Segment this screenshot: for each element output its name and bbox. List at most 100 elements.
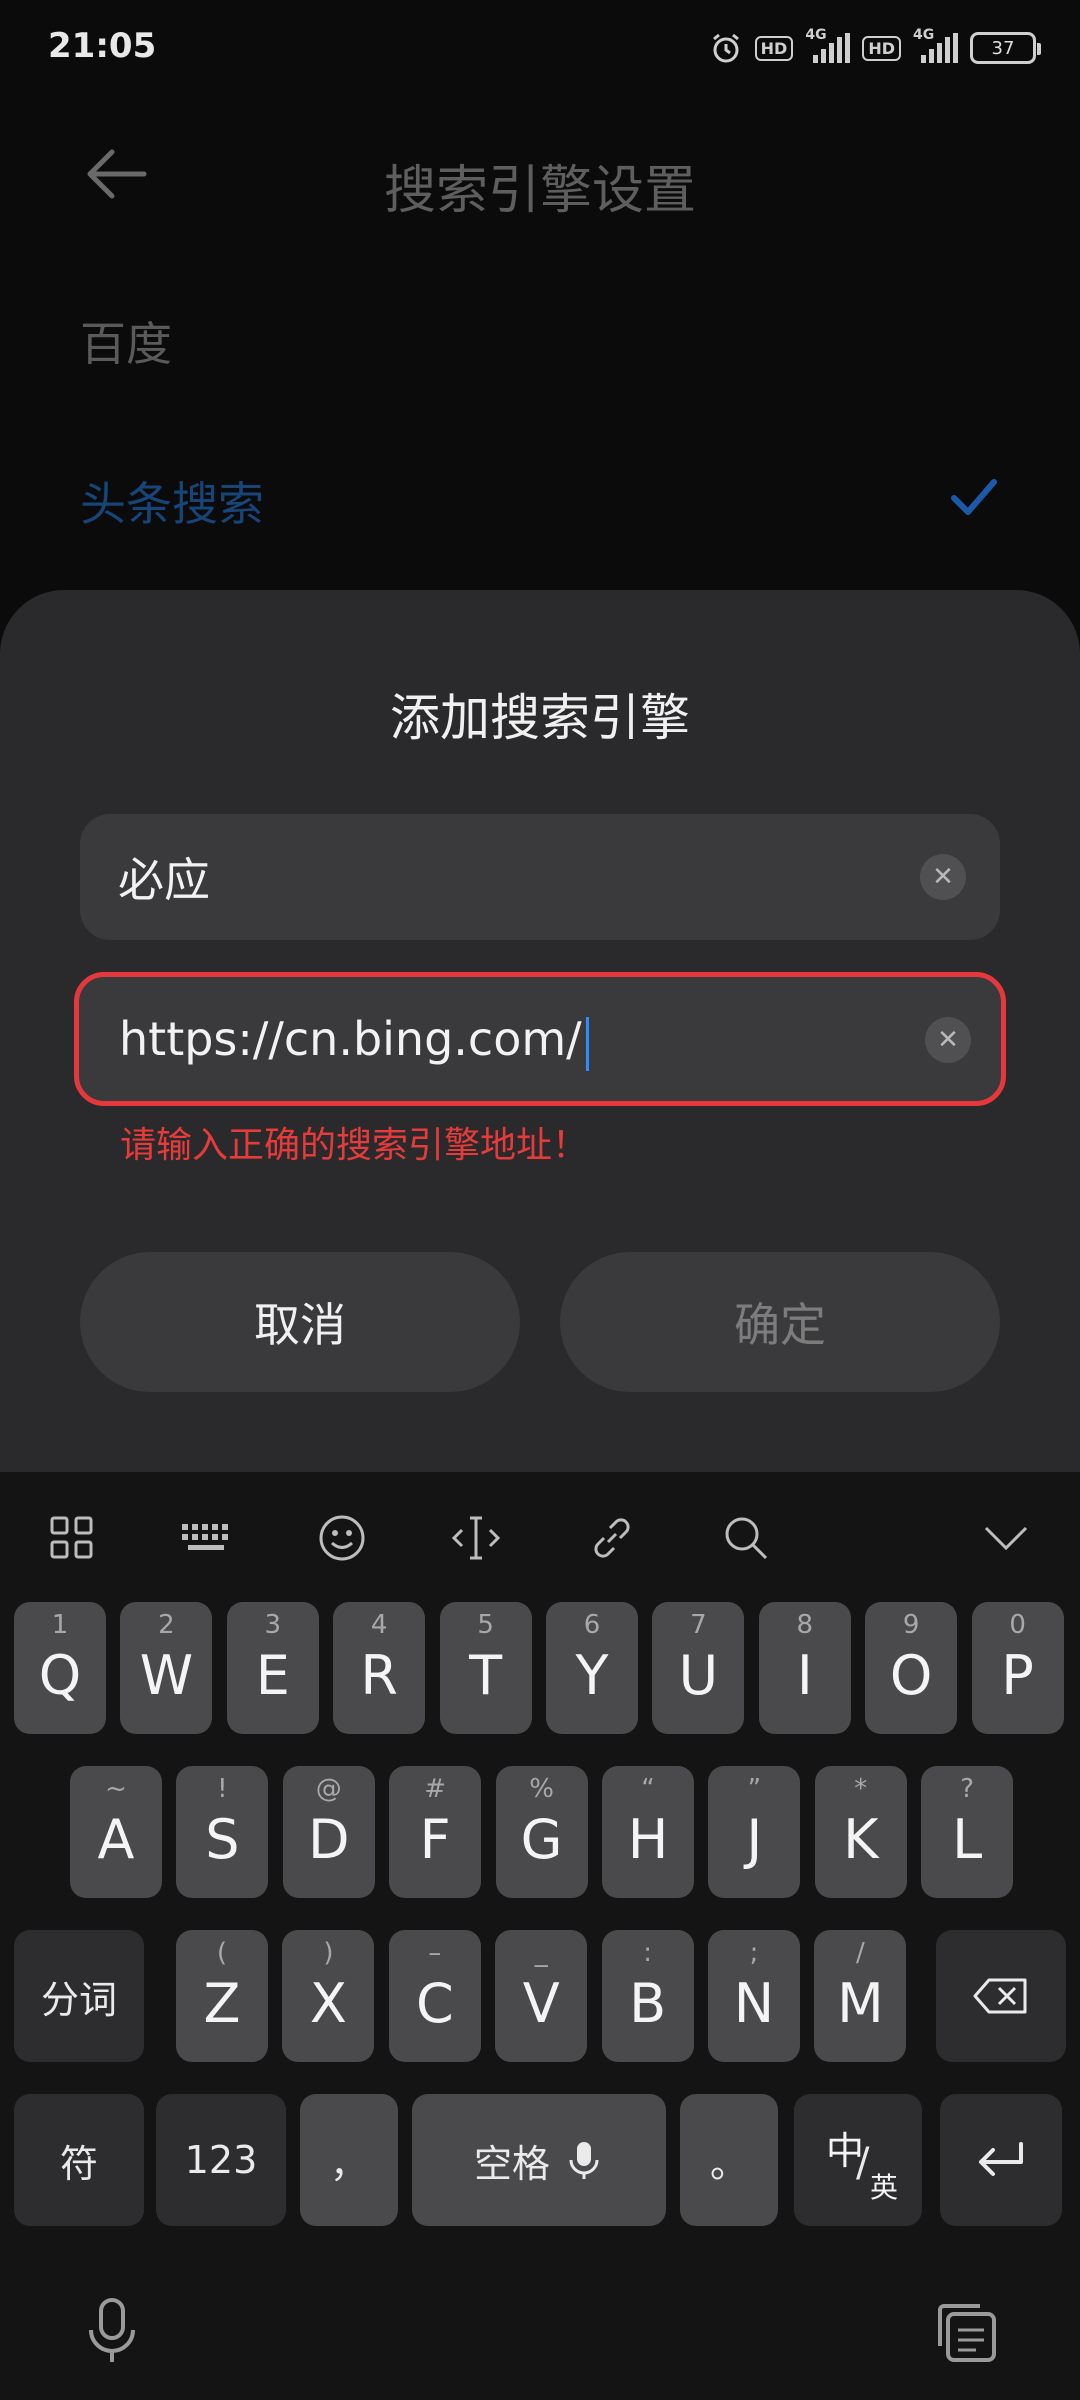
period-key[interactable]: 。 [680, 2094, 778, 2226]
engine-url-field[interactable]: ✕ [74, 972, 1006, 1106]
key-w[interactable]: 2W [120, 1602, 213, 1734]
text-cursor [585, 1017, 589, 1071]
key-label: F [419, 1807, 451, 1871]
key-secondary-label: 4 [370, 1610, 388, 1640]
signal-icon: 4G [805, 27, 851, 63]
number-key[interactable]: 123 [156, 2094, 286, 2226]
keyboard-icon[interactable] [180, 1512, 232, 1564]
hd-badge: HD [754, 35, 794, 61]
key-n[interactable]: ; N [708, 1930, 800, 2062]
signal-icon-2: 4G [913, 27, 958, 63]
key-secondary-label: 6 [583, 1610, 601, 1640]
key-secondary-label: 5 [477, 1610, 494, 1640]
key-q[interactable]: 1Q [14, 1602, 106, 1734]
confirm-button[interactable]: 确定 [560, 1252, 1000, 1392]
key-v[interactable]: _ V [495, 1930, 588, 2062]
language-switch-key[interactable]: 中 / 英 [794, 2094, 922, 2226]
apps-grid-icon[interactable] [46, 1512, 98, 1564]
key-h[interactable]: “H [602, 1766, 694, 1898]
battery-icon: 37 [970, 32, 1041, 64]
checkmark-icon [951, 479, 997, 515]
key-c[interactable]: – C [388, 1930, 481, 2062]
key-label: L [952, 1807, 983, 1871]
key-o[interactable]: 9O [865, 1602, 958, 1734]
key-l[interactable]: ? L [921, 1766, 1014, 1898]
key-f[interactable]: # F [389, 1766, 482, 1898]
key-label: T [469, 1643, 503, 1707]
enter-key[interactable] [940, 2094, 1062, 2226]
status-bar: 21:05 HD 4G HD 4G 37 [0, 0, 1080, 96]
engine-url-input[interactable] [119, 977, 899, 1101]
engine-name-field[interactable]: ✕ [80, 814, 1000, 940]
engine-option-toutiao[interactable]: 头条搜索 [80, 468, 264, 534]
backspace-key[interactable] [936, 1930, 1066, 2062]
key-j[interactable]: ” J [708, 1766, 801, 1898]
key-label: N [733, 1971, 775, 2035]
key-label: O [889, 1643, 933, 1707]
key-label: M [837, 1971, 884, 2035]
key-p[interactable]: 0P [971, 1602, 1064, 1734]
microphone-icon[interactable] [84, 2296, 140, 2366]
collapse-keyboard-icon[interactable] [980, 1512, 1032, 1564]
key-label: J [746, 1807, 763, 1871]
keyboard-toolbar [0, 1472, 1080, 1602]
key-s[interactable]: ! S [176, 1766, 269, 1898]
key-secondary-label: ~ [105, 1774, 127, 1804]
key-g[interactable]: % G [495, 1766, 588, 1898]
key-label: E [255, 1643, 290, 1707]
comma-key[interactable]: ， [300, 2094, 398, 2226]
key-e[interactable]: 3E [226, 1602, 319, 1734]
key-label: D [308, 1807, 350, 1871]
key-i[interactable]: 8I [758, 1602, 851, 1734]
key-m[interactable]: / M [814, 1930, 907, 2062]
key-a[interactable]: ~ A [70, 1766, 162, 1898]
key-secondary-label: ” [747, 1774, 762, 1804]
key-label: X [309, 1971, 347, 2035]
url-error-message: 请输入正确的搜索引擎地址！ [120, 1125, 589, 1166]
status-time: 21:05 [48, 26, 157, 66]
search-icon[interactable] [720, 1512, 772, 1564]
key-label: H [627, 1807, 669, 1871]
key-secondary-label: 9 [902, 1610, 920, 1640]
space-key[interactable]: 空格 [412, 2094, 666, 2226]
backspace-icon [973, 1978, 1027, 2014]
key-secondary-label: 2 [158, 1610, 175, 1640]
link-icon[interactable] [586, 1512, 638, 1564]
clear-name-button[interactable]: ✕ [920, 854, 966, 900]
key-x[interactable]: ) X [282, 1930, 375, 2062]
key-secondary-label: # [424, 1774, 447, 1804]
cursor-move-icon[interactable] [450, 1512, 502, 1564]
engine-name-input[interactable] [118, 814, 898, 940]
dialog-title: 添加搜索引擎 [390, 689, 690, 747]
key-secondary-label: _ [534, 1938, 548, 1968]
key-u[interactable]: 7U [652, 1602, 745, 1734]
key-k[interactable]: * K [814, 1766, 907, 1898]
key-secondary-label: * [854, 1774, 868, 1804]
key-secondary-label: ! [217, 1774, 228, 1804]
engine-option-baidu[interactable]: 百度 [80, 308, 172, 374]
hd-badge-2: HD [862, 35, 901, 61]
cancel-button[interactable]: 取消 [80, 1252, 520, 1392]
key-y[interactable]: 6Y [546, 1602, 638, 1734]
key-secondary-label: “ [641, 1774, 655, 1804]
key-secondary-label: : [643, 1938, 652, 1968]
key-z[interactable]: (Z [176, 1930, 268, 2062]
key-label: S [205, 1807, 240, 1871]
fenci-key[interactable]: 分词 [14, 1930, 144, 2062]
emoji-icon[interactable] [316, 1512, 368, 1564]
key-secondary-label: ( [216, 1938, 228, 1968]
key-label: G [520, 1807, 563, 1871]
key-label: C [415, 1971, 454, 2035]
key-secondary-label: 8 [796, 1610, 814, 1640]
key-b[interactable]: :B [601, 1930, 694, 2062]
clipboard-icon[interactable] [934, 2300, 1000, 2366]
soft-keyboard: 1Q2W3E4R5T6Y7U8I9O0P ~ A! S @ D # F% G “H” J * K? L … [0, 1472, 1080, 2400]
symbol-key[interactable]: 符 [14, 2094, 144, 2226]
clear-url-button[interactable]: ✕ [925, 1017, 971, 1063]
key-label: R [360, 1643, 398, 1707]
key-d[interactable]: @ D [282, 1766, 375, 1898]
key-label: I [796, 1643, 813, 1707]
key-r[interactable]: 4R [333, 1602, 426, 1734]
key-secondary-label: ? [960, 1774, 975, 1804]
key-t[interactable]: 5T [439, 1602, 532, 1734]
